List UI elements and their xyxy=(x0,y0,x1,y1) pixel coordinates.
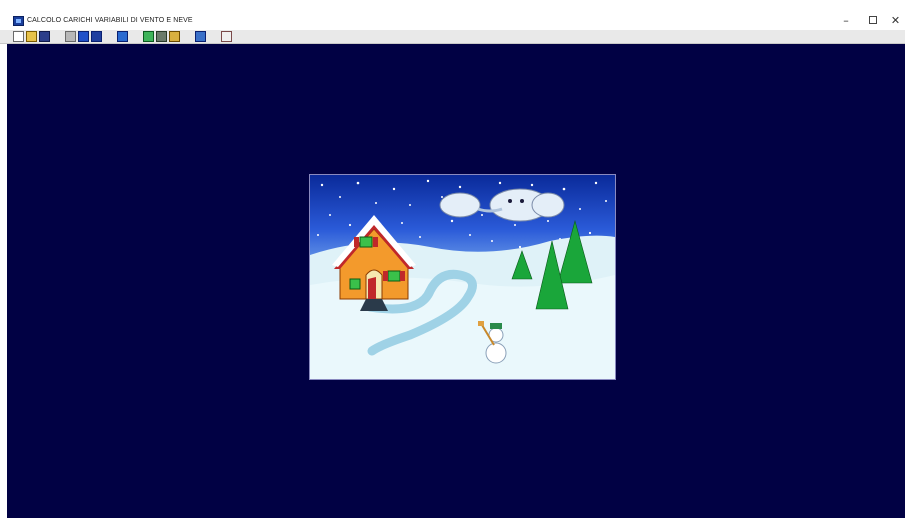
close-button[interactable]: ✕ xyxy=(886,14,905,28)
toolbar-button-4[interactable] xyxy=(117,31,128,42)
app-window: CALCOLO CARICHI VARIABILI DI VENTO E NEV… xyxy=(0,0,905,518)
main-area xyxy=(7,44,905,518)
title-bar[interactable]: CALCOLO CARICHI VARIABILI DI VENTO E NEV… xyxy=(0,0,905,30)
toolbar-button-6[interactable] xyxy=(156,31,167,42)
toolbar-button-9[interactable] xyxy=(221,31,232,42)
new-file-button[interactable] xyxy=(13,31,24,42)
save-button[interactable] xyxy=(39,31,50,42)
toolbar-button-2[interactable] xyxy=(78,31,89,42)
maximize-button[interactable] xyxy=(860,14,886,28)
toolbar xyxy=(0,30,905,44)
minimize-button[interactable]: – xyxy=(833,14,859,28)
winter-scene-illustration xyxy=(309,174,616,380)
window-title: CALCOLO CARICHI VARIABILI DI VENTO E NEV… xyxy=(27,17,193,24)
open-folder-button[interactable] xyxy=(26,31,37,42)
toolbar-button-3[interactable] xyxy=(91,31,102,42)
maximize-icon xyxy=(869,16,877,24)
toolbar-button-5[interactable] xyxy=(143,31,154,42)
winter-scene-svg xyxy=(310,175,615,379)
toolbar-button-7[interactable] xyxy=(169,31,180,42)
toolbar-button-1[interactable] xyxy=(65,31,76,42)
app-icon[interactable] xyxy=(13,16,24,26)
toolbar-button-8[interactable] xyxy=(195,31,206,42)
